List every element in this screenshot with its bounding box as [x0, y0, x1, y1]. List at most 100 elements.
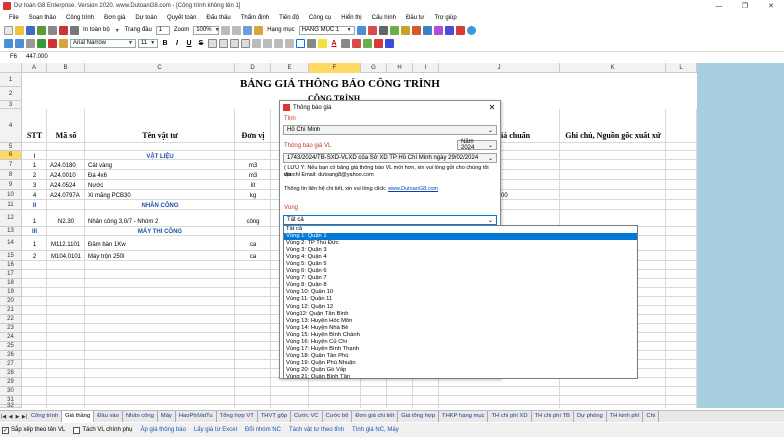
formula-input[interactable]: 447.000	[22, 54, 48, 60]
font-family-select[interactable]: Arial Narrow ▼	[70, 38, 136, 48]
row-header[interactable]: 6	[0, 151, 22, 160]
sheet-tab[interactable]: Giá thầng	[62, 411, 95, 422]
formula-icon[interactable]	[433, 25, 443, 35]
region-option[interactable]: Vùng 21: Quận Bình Tân	[284, 374, 637, 378]
open-folder-icon[interactable]	[15, 25, 24, 35]
region-option[interactable]: Vùng 5: Quận 5	[284, 261, 637, 268]
row-header[interactable]: 11	[0, 200, 22, 210]
menu-edit[interactable]: Soạn thảo	[24, 15, 61, 21]
region-option[interactable]: Vùng 18: Quận Tân Phú	[284, 353, 637, 360]
align-right-icon[interactable]	[230, 38, 239, 48]
stop-icon[interactable]	[48, 38, 57, 48]
table-cell[interactable]: Xi măng PCB30	[88, 191, 235, 200]
category-icon[interactable]	[254, 25, 264, 35]
table-cell[interactable]: kg	[235, 191, 271, 200]
first-tab-icon[interactable]: |◀	[0, 414, 7, 420]
row-header[interactable]: 22	[0, 315, 22, 324]
last-tab-icon[interactable]: ▶|	[21, 414, 28, 420]
table-cell[interactable]: 1	[22, 217, 47, 226]
row-header[interactable]: 2	[0, 87, 22, 101]
region-option[interactable]: Vùng12: Quận Tân Bình	[284, 311, 637, 318]
delete-row-icon[interactable]	[367, 25, 377, 35]
category-select[interactable]: HANG MỤC 1 ▼	[298, 25, 355, 35]
row-header[interactable]: 29	[0, 378, 22, 387]
import-excel-link[interactable]: Lấy giá từ Excel	[194, 427, 237, 433]
underline-button[interactable]: U	[184, 40, 194, 47]
sheet-tab[interactable]: Đầu vào	[94, 411, 123, 422]
save-icon[interactable]	[26, 25, 35, 35]
menu-investment[interactable]: Đầu tư	[401, 15, 429, 21]
row-header[interactable]: 9	[0, 180, 22, 190]
row-header[interactable]: 19	[0, 288, 22, 297]
table-cell[interactable]: Đầm bàn 1Kw	[88, 240, 235, 249]
flag-en-icon[interactable]	[385, 38, 394, 48]
menu-config[interactable]: Cấu hình	[367, 15, 401, 21]
row-header[interactable]: 3	[0, 101, 22, 109]
row-header[interactable]: 30	[0, 387, 22, 396]
maximize-button[interactable]: ❐	[732, 2, 758, 10]
row-header[interactable]: 16	[0, 261, 22, 270]
column-header[interactable]: A	[22, 63, 47, 73]
column-header[interactable]: E	[271, 63, 309, 73]
row-header[interactable]: 20	[0, 297, 22, 306]
lock-icon[interactable]	[59, 38, 68, 48]
column-header[interactable]: D	[235, 63, 271, 73]
row-header[interactable]: 17	[0, 270, 22, 279]
paste-icon[interactable]	[400, 25, 410, 35]
align-center-icon[interactable]	[219, 38, 228, 48]
preview-icon[interactable]	[70, 25, 79, 35]
align-left-icon[interactable]	[208, 38, 217, 48]
strikethrough-button[interactable]: S	[196, 40, 206, 47]
flag-vn-icon[interactable]	[374, 38, 383, 48]
region-option[interactable]: Vùng 14: Huyện Nhà Bè	[284, 325, 637, 332]
table-cell[interactable]: 2	[22, 171, 47, 180]
table-cell[interactable]: 1	[22, 161, 47, 170]
column-header[interactable]: K	[560, 63, 666, 73]
zoom-in-icon[interactable]	[221, 25, 231, 35]
table-cell[interactable]: 2	[22, 252, 47, 261]
cut-icon[interactable]	[378, 25, 388, 35]
row-header[interactable]: 4	[0, 109, 22, 143]
export-excel-icon[interactable]	[37, 25, 46, 35]
column-header[interactable]: F	[309, 63, 361, 73]
split-main-checkbox[interactable]: Tách VL chính phụ	[73, 426, 133, 434]
column-header[interactable]: C	[85, 63, 235, 73]
table-cell[interactable]: A24.0524	[50, 181, 85, 190]
row-header[interactable]: 15	[0, 251, 22, 261]
sheet-tab[interactable]: THVT gộp	[258, 411, 292, 422]
region-option[interactable]: Vùng 4: Quận 4	[284, 254, 637, 261]
row-header[interactable]: 32	[0, 403, 22, 408]
website-link[interactable]: www.DutoanG8.com	[388, 186, 438, 192]
sheet-tab[interactable]: Tổng hợp VT	[217, 411, 258, 422]
justify-icon[interactable]	[241, 38, 250, 48]
region-option[interactable]: Vùng 3: Quận 3	[284, 247, 637, 254]
column-header[interactable]: J	[439, 63, 560, 73]
column-header[interactable]: G	[361, 63, 387, 73]
apply-price-link[interactable]: Áp giá thông báo	[141, 427, 186, 433]
row-header[interactable]: 25	[0, 342, 22, 351]
region-option[interactable]: Vùng 16: Huyện Củ Chi	[284, 339, 637, 346]
table-cell[interactable]: M112.1101	[51, 240, 85, 249]
sheet-tab[interactable]: Nhân công	[123, 411, 158, 422]
region-option[interactable]: Vùng 19: Quận Phú Nhuận	[284, 360, 637, 367]
table-cell[interactable]: 4	[22, 191, 47, 200]
new-file-icon[interactable]	[4, 25, 13, 35]
copy-icon[interactable]	[389, 25, 399, 35]
row-header[interactable]: 21	[0, 306, 22, 315]
prev-tab-icon[interactable]: ◀	[7, 414, 14, 420]
page-setup-icon[interactable]	[243, 25, 253, 35]
row-header[interactable]: 1	[0, 73, 22, 87]
fill-down-icon[interactable]	[422, 25, 432, 35]
print-all-label[interactable]: In toàn bộ	[81, 27, 112, 33]
table-cell[interactable]: lít	[235, 181, 271, 190]
region-option[interactable]: Vùng 11: Quận 11	[284, 296, 637, 303]
refresh-icon[interactable]	[37, 38, 46, 48]
region-option[interactable]: Vùng 7: Quận 7	[284, 275, 637, 282]
bold-button[interactable]: B	[160, 40, 170, 47]
flag-icon[interactable]	[455, 25, 465, 35]
table-cell[interactable]: Cát vàng	[88, 161, 235, 170]
delete-column-icon[interactable]	[352, 38, 361, 48]
menu-view[interactable]: Hiển thị	[336, 15, 366, 21]
add-row-icon[interactable]	[356, 25, 366, 35]
row-header[interactable]: 10	[0, 190, 22, 200]
